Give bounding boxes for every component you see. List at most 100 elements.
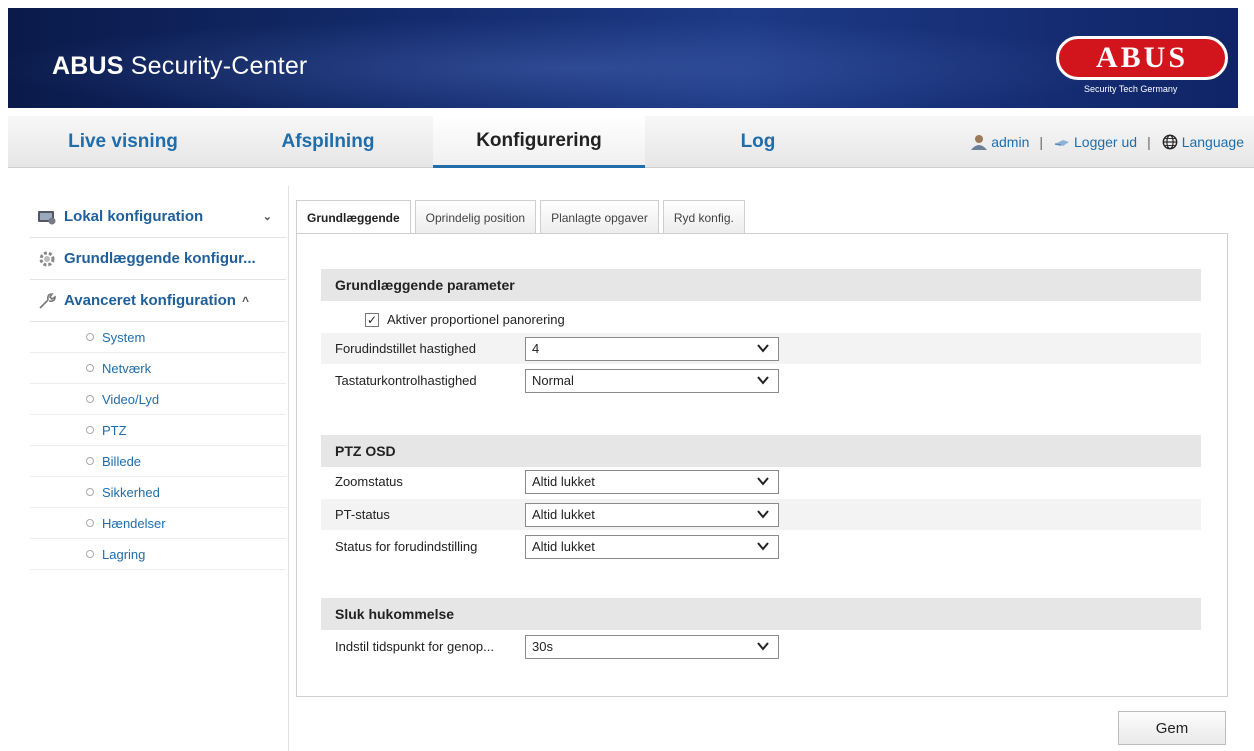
app-title: ABUS Security-Center [52,52,308,80]
chevron-down-icon [757,541,769,551]
abus-logo: ABUS Security Tech Germany [1056,36,1228,98]
sidebar-item-label: Hændelser [102,515,166,531]
chevron-down-icon [757,343,769,353]
logo-text: ABUS [1095,41,1189,74]
sidebar-group-label: Lokal konfiguration [64,208,204,225]
sidebar-item-ptz[interactable]: PTZ [30,415,286,446]
tab-clear-config[interactable]: Ryd konfig. [662,200,745,234]
zoom-status-select[interactable]: Altid lukket [525,469,779,494]
zoom-status-label: Zoomstatus [335,474,403,489]
zoom-status-row: Zoomstatus Altid lukket [321,466,1201,497]
nav-playback[interactable]: Afspilning [263,116,393,168]
proportional-pan-label: Aktiver proportionel panorering [387,312,565,327]
select-value: Normal [532,373,574,388]
sidebar-item-label: Lagring [102,546,146,562]
resume-time-select[interactable]: 30s [525,634,779,659]
settings-panel: Grundlæggende parameter ✓ Aktiver propor… [296,233,1228,697]
sidebar-group-local-config[interactable]: Lokal konfiguration ⌄ [30,196,286,238]
resume-time-label: Indstil tidspunkt for genop... [335,639,494,654]
sidebar-item-label: Billede [102,453,142,469]
section-memory-title: Sluk hukommelse [321,598,1201,630]
nav-separator: | [1147,134,1151,150]
preset-status-select[interactable]: Altid lukket [525,534,779,559]
sidebar-item-label: Netværk [102,360,152,376]
proportional-pan-checkbox[interactable]: ✓ [365,312,379,327]
proportional-pan-row: ✓ Aktiver proportionel panorering [321,304,1201,335]
language-link[interactable]: Language [1161,134,1244,150]
pt-status-select[interactable]: Altid lukket [525,502,779,527]
user-links: admin | Logger ud | Language [970,116,1244,168]
tab-basic[interactable]: Grundlæggende [296,200,411,235]
sidebar-item-label: System [102,329,146,345]
bullet-icon [86,550,94,558]
nav-configuration[interactable]: Konfigurering [433,116,645,168]
tab-bar: Grundlæggende Oprindelig position Planla… [296,200,745,235]
bullet-icon [86,519,94,527]
sidebar-item-storage[interactable]: Lagring [30,539,286,570]
gear-icon [36,250,58,268]
user-icon [971,135,988,150]
sidebar-item-system[interactable]: System [30,322,286,353]
sidebar-group-label: Grundlæggende konfigur... [64,250,256,267]
nav-live-view[interactable]: Live visning [48,116,198,168]
header-banner: ABUS Security-Center ABUS Security Tech … [8,8,1238,108]
preset-status-row: Status for forudindstilling Altid lukket [321,531,1201,562]
logout-label: Logger ud [1074,134,1138,150]
sidebar-group-label: Avanceret konfiguration [64,292,236,309]
sidebar-item-video-audio[interactable]: Video/Lyd [30,384,286,415]
select-value: Altid lukket [532,539,595,554]
tab-scheduled-tasks[interactable]: Planlagte opgaver [540,200,659,234]
bullet-icon [86,364,94,372]
chevron-down-icon [757,641,769,651]
nav-log[interactable]: Log [698,116,818,168]
user-name: admin [991,134,1030,150]
logout-icon [1054,140,1069,146]
sidebar: Lokal konfiguration ⌄ Grundlæggende konf… [30,196,286,570]
sidebar-item-security[interactable]: Sikkerhed [30,477,286,508]
logo-tagline: Security Tech Germany [1084,84,1178,94]
user-link[interactable]: admin [970,134,1029,150]
globe-icon [1162,134,1178,150]
sidebar-group-advanced-config[interactable]: Avanceret konfiguration ^ [30,280,286,322]
sidebar-divider [288,186,289,751]
bullet-icon [86,333,94,341]
monitor-icon [36,208,58,226]
keyboard-speed-row: Tastaturkontrolhastighed Normal [321,365,1201,396]
section-osd-title: PTZ OSD [321,435,1201,467]
resume-time-row: Indstil tidspunkt for genop... 30s [321,631,1201,662]
save-button[interactable]: Gem [1118,711,1226,745]
chevron-down-icon: ⌄ [262,211,272,223]
select-value: 30s [532,639,553,654]
sidebar-item-image[interactable]: Billede [30,446,286,477]
preset-speed-select[interactable]: 4 [525,336,779,361]
sidebar-item-label: Video/Lyd [102,391,160,407]
bullet-icon [86,457,94,465]
bullet-icon [86,488,94,496]
chevron-down-icon [757,375,769,385]
sidebar-group-basic-config[interactable]: Grundlæggende konfigur... [30,238,286,280]
sidebar-item-label: PTZ [102,422,127,438]
section-basic-title: Grundlæggende parameter [321,269,1201,301]
bullet-icon [86,426,94,434]
chevron-up-icon: ^ [241,293,249,308]
language-label: Language [1181,134,1244,150]
pt-status-label: PT-status [335,507,390,522]
sidebar-item-network[interactable]: Netværk [30,353,286,384]
wrench-icon [36,292,58,310]
main-nav: Live visning Afspilning Konfigurering Lo… [8,116,1254,168]
select-value: 4 [532,341,540,356]
preset-status-label: Status for forudindstilling [335,539,478,554]
logo-oval: ABUS [1056,36,1228,80]
keyboard-speed-select[interactable]: Normal [525,368,779,393]
nav-separator: | [1039,134,1043,150]
select-value: Altid lukket [532,474,595,489]
chevron-down-icon [757,509,769,519]
pt-status-row: PT-status Altid lukket [321,499,1201,530]
tab-initial-position[interactable]: Oprindelig position [414,200,537,234]
bullet-icon [86,395,94,403]
chevron-down-icon [757,476,769,486]
preset-speed-row: Forudindstillet hastighed 4 [321,333,1201,364]
logout-link[interactable]: Logger ud [1053,134,1137,150]
sidebar-item-events[interactable]: Hændelser [30,508,286,539]
sidebar-item-label: Sikkerhed [102,484,160,500]
